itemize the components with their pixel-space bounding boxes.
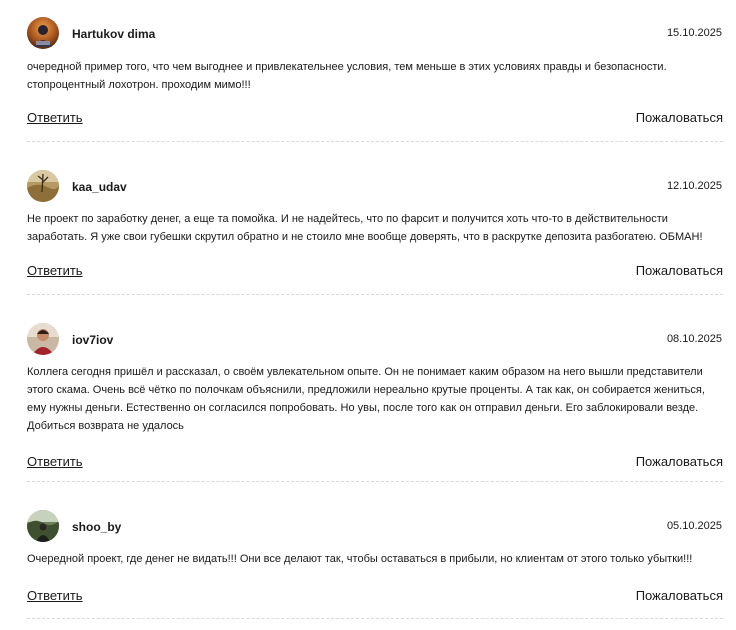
comment-text: Коллега сегодня пришёл и рассказал, о св… — [27, 363, 723, 435]
comment-text-line: Очередной проект, где денег не видать!!!… — [27, 553, 693, 565]
comment-text-line: ему нужны деньги. Естественно он согласи… — [27, 402, 699, 414]
comment-date: 15.10.2025 — [666, 27, 722, 39]
avatar[interactable] — [27, 510, 59, 542]
report-link[interactable]: Пожаловаться — [636, 263, 723, 278]
comment-author: iov7iov — [72, 333, 114, 347]
comment-actions: Ответить Пожаловаться — [27, 454, 723, 480]
comment-text: Не проект по заработку денег, а еще та п… — [27, 210, 723, 246]
comment-text: Очередной проект, где денег не видать!!!… — [27, 550, 723, 568]
comment-actions: Ответить Пожаловаться — [27, 110, 723, 136]
comment-header: shoo_by 05.10.2025 — [27, 510, 723, 546]
avatar[interactable] — [27, 323, 59, 355]
comment-actions: Ответить Пожаловаться — [27, 263, 723, 289]
avatar[interactable] — [27, 170, 59, 202]
comment-item: shoo_by 05.10.2025 Очередной проект, где… — [27, 510, 723, 619]
comment-header: kaa_udav 12.10.2025 — [27, 170, 723, 206]
reply-link[interactable]: Ответить — [27, 454, 83, 469]
comment-text-line: очередной пример того, что чем выгоднее … — [27, 61, 667, 73]
comment-text-line: заработать. Я уже свои губешки скрутил о… — [27, 231, 703, 243]
reply-link[interactable]: Ответить — [27, 588, 83, 603]
comment-text-line: этого скама. Очень всё чётко по полочкам… — [27, 384, 705, 396]
reply-link[interactable]: Ответить — [27, 110, 83, 125]
comment-author: kaa_udav — [72, 180, 127, 194]
avatar[interactable] — [27, 17, 59, 49]
comment-author: Hartukov dima — [72, 27, 156, 41]
comment-text-line: Коллега сегодня пришёл и рассказал, о св… — [27, 366, 703, 378]
comment-date: 08.10.2025 — [666, 333, 722, 345]
comment-actions: Ответить Пожаловаться — [27, 588, 723, 614]
comment-text-line: Не проект по заработку денег, а еще та п… — [27, 213, 668, 225]
comment-header: Hartukov dima 15.10.2025 — [27, 17, 723, 53]
report-link[interactable]: Пожаловаться — [636, 110, 723, 125]
comment-item: Hartukov dima 15.10.2025 очередной приме… — [27, 17, 723, 142]
report-link[interactable]: Пожаловаться — [636, 588, 723, 603]
comment-header: iov7iov 08.10.2025 — [27, 323, 723, 359]
comment-author: shoo_by — [72, 520, 122, 534]
comment-date: 12.10.2025 — [666, 180, 722, 192]
report-link[interactable]: Пожаловаться — [636, 454, 723, 469]
comment-date: 05.10.2025 — [666, 520, 722, 532]
comment-text: очередной пример того, что чем выгоднее … — [27, 58, 723, 94]
reply-link[interactable]: Ответить — [27, 263, 83, 278]
comment-text-line: Добиться возврата не удалось — [27, 420, 184, 432]
comment-item: kaa_udav 12.10.2025 Не проект по заработ… — [27, 170, 723, 295]
comment-item: iov7iov 08.10.2025 Коллега сегодня пришё… — [27, 323, 723, 482]
comment-text-line: стопроцентный лохотрон. проходим мимо!!! — [27, 79, 251, 91]
